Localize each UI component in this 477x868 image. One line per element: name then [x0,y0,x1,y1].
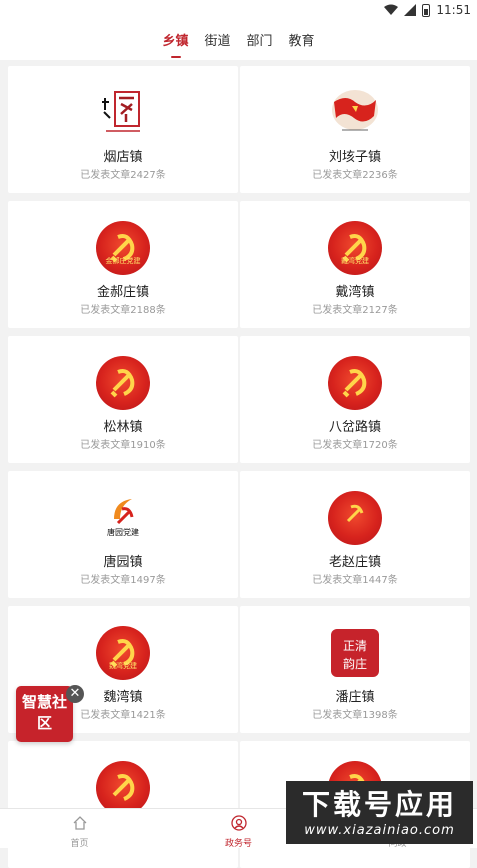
account-card[interactable]: 正清 韵庄 潘庄镇 已发表文章1398条 [240,606,470,733]
nav-home[interactable]: 首页 [0,809,159,849]
svg-text:韵庄: 韵庄 [343,656,367,671]
tab-towns[interactable]: 乡镇 [161,22,191,60]
party-emblem-icon: 魏湾党建 [96,626,150,680]
close-icon[interactable]: ✕ [66,685,84,703]
account-name: 松林镇 [103,420,143,435]
account-name: 金郝庄镇 [96,285,149,300]
article-count: 已发表文章1497条 [80,575,166,586]
account-name: 唐园镇 [103,555,143,570]
category-tabs: 乡镇 街道 部门 教育 [0,22,477,60]
account-name: 烟店镇 [103,150,143,165]
emblem-label: 戴湾党建 [341,257,369,265]
article-count: 已发表文章1720条 [312,440,398,451]
account-card[interactable]: 戴湾党建 戴湾镇 已发表文章2127条 [240,201,470,328]
account-card[interactable]: 烟店镇 已发表文章2427条 [8,66,238,193]
party-emblem-icon [96,356,150,410]
tangyuan-party-building-icon: 唐园党建 [107,499,139,537]
status-icons: 11:51 [384,3,471,17]
article-count: 已发表文章2236条 [312,170,398,181]
yandian-calligraphy-icon [102,91,140,132]
party-emblem-icon: 金郝庄党建 [96,221,150,275]
status-time: 11:51 [436,3,471,17]
account-name: 八岔路镇 [328,420,381,435]
watermark: 下载号应用 www.xiazainiao.com [286,781,473,844]
article-count: 已发表文章2188条 [80,305,166,316]
article-count: 已发表文章1447条 [312,575,398,586]
account-card[interactable]: 刘垓子镇 已发表文章2236条 [240,66,470,193]
account-card[interactable]: 金郝庄党建 金郝庄镇 已发表文章2188条 [8,201,238,328]
panzhuang-seal-icon: 正清 韵庄 [331,629,379,677]
account-card[interactable]: 八岔路镇 已发表文章1720条 [240,336,470,463]
article-count: 已发表文章2127条 [312,305,398,316]
tab-streets[interactable]: 街道 [203,22,233,60]
signal-icon [404,4,417,16]
account-card[interactable]: 唐园党建 唐园镇 已发表文章1497条 [8,471,238,598]
party-emblem-icon [328,356,382,410]
emblem-label: 魏湾党建 [109,662,137,670]
account-grid: 烟店镇 已发表文章2427条 刘垓子镇 已发表文章2236条 金郝庄党建 金郝庄… [8,66,470,868]
article-count: 已发表文章2427条 [80,170,166,181]
account-card[interactable]: 松林镇 已发表文章1910条 [8,336,238,463]
account-name: 刘垓子镇 [328,150,381,165]
svg-text:正清: 正清 [343,639,367,653]
article-count: 已发表文章1910条 [80,440,166,451]
tab-departments[interactable]: 部门 [245,22,275,60]
red-flag-icon [332,90,378,131]
account-name: 潘庄镇 [335,690,375,705]
smart-community-badge[interactable]: 智慧社区 [16,686,73,742]
home-icon [73,816,86,830]
logo-label: 唐园党建 [107,527,139,537]
status-bar: 11:51 [0,0,477,22]
account-card[interactable]: 老赵庄镇 已发表文章1447条 [240,471,470,598]
watermark-url: www.xiazainiao.com [304,823,455,838]
emblem-label: 金郝庄党建 [105,257,141,265]
account-name: 老赵庄镇 [328,555,381,570]
article-count: 已发表文章1398条 [312,710,398,721]
government-account-icon [230,815,247,831]
account-name: 戴湾镇 [335,285,375,300]
party-emblem-icon: 戴湾党建 [328,221,382,275]
tab-education[interactable]: 教育 [287,22,317,60]
battery-icon [422,3,431,17]
wifi-icon [384,4,399,15]
party-emblem-icon [328,491,382,545]
watermark-title: 下载号应用 [301,788,457,821]
nav-label: 首页 [70,839,89,849]
party-emblem-icon [96,761,150,815]
